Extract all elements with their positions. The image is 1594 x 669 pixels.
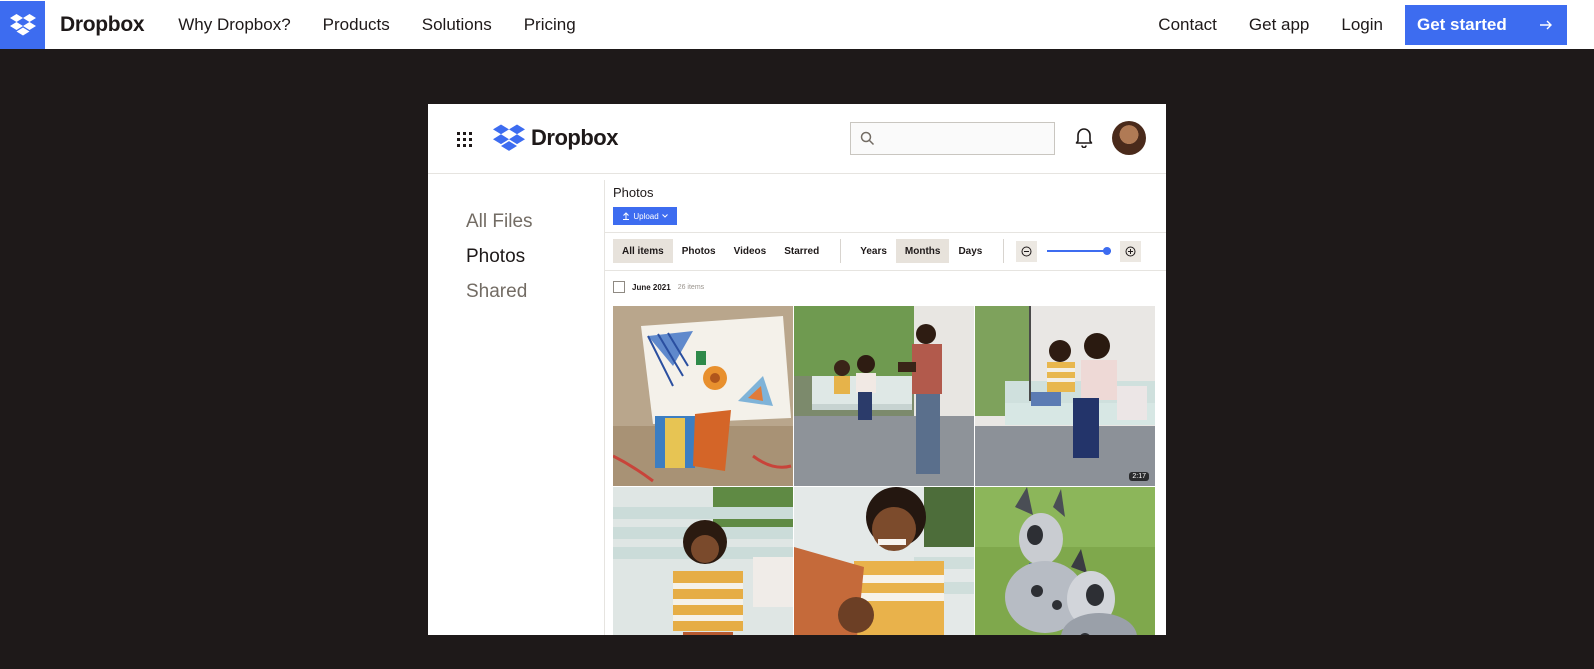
app-logo: Dropbox: [493, 124, 618, 152]
tab-photos[interactable]: Photos: [673, 239, 725, 263]
avatar[interactable]: [1112, 121, 1146, 155]
photo-thumbnail[interactable]: [794, 306, 974, 486]
photo-thumbnail[interactable]: [975, 487, 1155, 635]
group-title: June 2021: [632, 282, 671, 292]
select-group-checkbox[interactable]: [613, 281, 625, 293]
photo-thumbnail[interactable]: [613, 487, 793, 635]
secondary-nav: Contact Get app Login Get started: [1142, 0, 1594, 49]
zoom-slider[interactable]: [1047, 247, 1112, 255]
divider: [605, 270, 1166, 271]
search-input[interactable]: [850, 122, 1055, 155]
tab-years[interactable]: Years: [851, 239, 896, 263]
sidebar-item-photos[interactable]: Photos: [466, 246, 525, 268]
photos-view: Photos Upload All items Photos Videos St…: [605, 174, 1166, 635]
bell-icon[interactable]: [1074, 126, 1094, 148]
upload-label: Upload: [633, 211, 659, 221]
top-nav: Dropbox Why Dropbox? Products Solutions …: [0, 0, 1594, 49]
search-icon: [860, 131, 875, 146]
nav-link-solutions[interactable]: Solutions: [406, 15, 508, 35]
photo-group-header: June 2021 26 items: [613, 281, 704, 293]
app-grid-icon[interactable]: [456, 131, 473, 148]
tab-starred[interactable]: Starred: [775, 239, 828, 263]
photo-thumbnail[interactable]: [794, 487, 974, 635]
chevron-down-icon: [661, 214, 668, 218]
sidebar-item-all-files[interactable]: All Files: [466, 211, 533, 233]
family-porch-swing-photo-image: [794, 306, 974, 486]
two-dogs-on-grass-image: [975, 487, 1155, 635]
nav-link-get-app[interactable]: Get app: [1233, 15, 1326, 35]
nav-link-why-dropbox[interactable]: Why Dropbox?: [162, 15, 306, 35]
brand-name[interactable]: Dropbox: [60, 13, 145, 37]
minus-circle-icon: [1021, 246, 1032, 256]
page-title: Photos: [613, 185, 654, 200]
group-count: 26 items: [677, 283, 705, 291]
sidebar: All Files Photos Shared: [428, 174, 603, 635]
tab-videos[interactable]: Videos: [725, 239, 776, 263]
nav-link-login[interactable]: Login: [1325, 15, 1399, 35]
toolbar-separator: [1003, 239, 1005, 263]
tab-days[interactable]: Days: [949, 239, 991, 263]
toolbar-separator: [840, 239, 842, 263]
arrow-right-icon: [1540, 20, 1552, 29]
app-header: Dropbox: [428, 104, 1166, 174]
zoom-in-button[interactable]: [1120, 240, 1142, 262]
dropbox-logo-icon: [493, 124, 525, 151]
mother-son-porch-swing-image: [975, 306, 1155, 486]
collage-artwork-image: [613, 306, 793, 486]
primary-nav: Why Dropbox? Products Solutions Pricing: [162, 15, 591, 35]
zoom-slider-handle[interactable]: [1103, 247, 1112, 255]
photo-thumbnail[interactable]: [613, 306, 793, 486]
filter-toolbar: All items Photos Videos Starred Years Mo…: [613, 239, 1142, 263]
nav-link-products[interactable]: Products: [307, 15, 406, 35]
divider: [605, 232, 1166, 233]
upload-icon: [623, 212, 630, 220]
get-started-label: Get started: [1417, 14, 1507, 34]
dropbox-logo-icon[interactable]: [0, 0, 45, 49]
zoom-control: [1016, 240, 1142, 262]
plus-circle-icon: [1125, 246, 1136, 256]
nav-link-pricing[interactable]: Pricing: [508, 15, 592, 35]
boy-laughing-selfie-image: [794, 487, 974, 635]
sidebar-item-shared[interactable]: Shared: [466, 281, 527, 303]
boy-on-bench-image: [613, 487, 793, 635]
tab-all-items[interactable]: All items: [613, 239, 673, 263]
app-brand-name: Dropbox: [531, 125, 618, 150]
get-started-button[interactable]: Get started: [1405, 4, 1567, 45]
tab-months[interactable]: Months: [895, 239, 950, 263]
divider: [604, 180, 605, 635]
zoom-out-button[interactable]: [1016, 240, 1038, 262]
photo-thumbnail[interactable]: 2:17: [975, 306, 1155, 486]
upload-button[interactable]: Upload: [613, 207, 677, 225]
video-duration-badge: 2:17: [1129, 472, 1149, 481]
nav-link-contact[interactable]: Contact: [1142, 15, 1233, 35]
product-screenshot: Dropbox All Files Photos Shared Photos U…: [428, 104, 1166, 635]
